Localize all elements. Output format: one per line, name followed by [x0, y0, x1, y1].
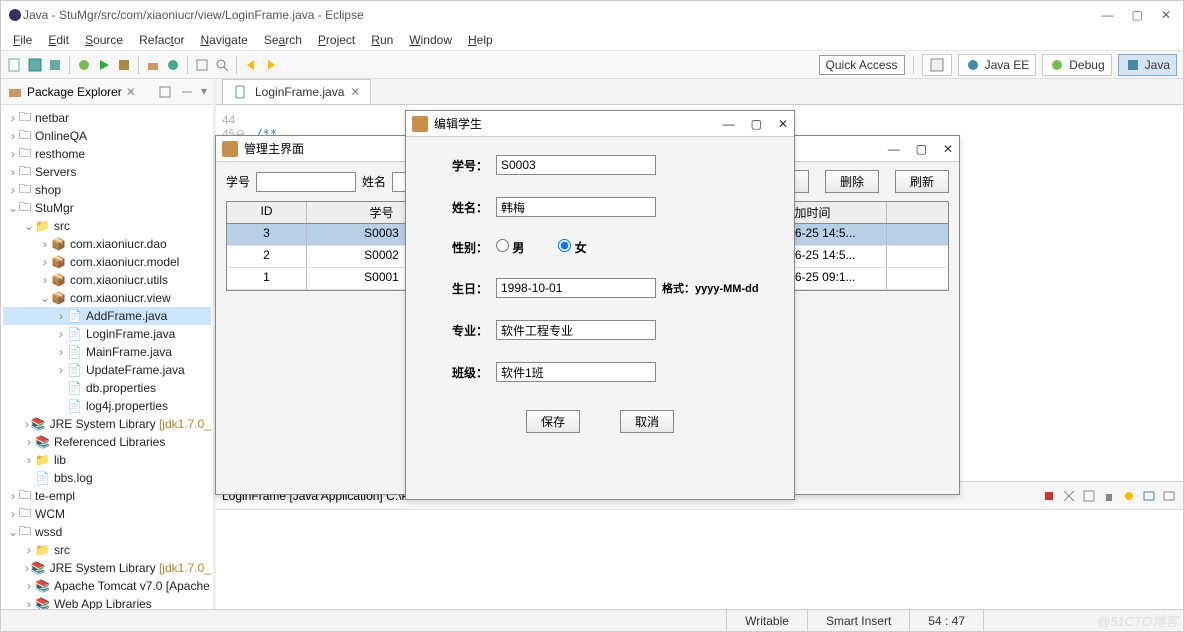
- filter-name-label: 姓名: [362, 173, 386, 190]
- bug-icon: [1049, 57, 1065, 73]
- sex-female[interactable]: 女: [558, 239, 594, 256]
- class-label: 班级：: [436, 364, 496, 381]
- birthday-hint: 格式：yyyy-MM-dd: [662, 283, 759, 295]
- menu-window[interactable]: Window: [403, 31, 458, 49]
- status-pos: 54 : 47: [909, 610, 983, 631]
- forward-icon[interactable]: [263, 57, 279, 73]
- search-icon[interactable]: [214, 57, 230, 73]
- open-type-icon[interactable]: [194, 57, 210, 73]
- edit-student-dialog: 编辑学生 — ▢ ✕ 学号： 姓名： 性别： 男 女 生日： 格式：yyyy-M…: [405, 110, 795, 500]
- perspective-switcher-icon[interactable]: [922, 54, 952, 76]
- link-editor-icon[interactable]: [179, 84, 195, 100]
- scroll-lock-icon[interactable]: [1101, 488, 1117, 504]
- titlebar: Java - StuMgr/src/com/xiaoniucr/view/Log…: [1, 1, 1183, 29]
- save-all-icon[interactable]: [47, 57, 63, 73]
- back-icon[interactable]: [243, 57, 259, 73]
- main-toolbar: Quick Access Java EE Debug Java: [1, 51, 1183, 79]
- package-explorer: Package Explorer ✕ ▾ ›🗀netbar ›🗀OnlineQA…: [1, 79, 216, 609]
- mgmt-close[interactable]: ✕: [943, 142, 953, 156]
- cancel-button[interactable]: 取消: [620, 410, 674, 433]
- sid-input[interactable]: [496, 155, 656, 175]
- birthday-input[interactable]: [496, 278, 656, 298]
- edit-title: 编辑学生: [434, 115, 482, 132]
- collapse-all-icon[interactable]: [157, 84, 173, 100]
- status-writable: Writable: [726, 610, 807, 631]
- sex-male[interactable]: 男: [496, 239, 532, 256]
- name-label: 姓名：: [436, 199, 496, 216]
- java-app-icon: [222, 141, 238, 157]
- save-button[interactable]: 保存: [526, 410, 580, 433]
- birthday-label: 生日：: [436, 280, 496, 297]
- display-console-icon[interactable]: [1141, 488, 1157, 504]
- statusbar: Writable Smart Insert 54 : 47: [1, 609, 1183, 631]
- quick-access[interactable]: Quick Access: [819, 55, 905, 75]
- new-package-icon[interactable]: [145, 57, 161, 73]
- name-input[interactable]: [496, 197, 656, 217]
- menu-search[interactable]: Search: [258, 31, 308, 49]
- class-input[interactable]: [496, 362, 656, 382]
- save-icon[interactable]: [27, 57, 43, 73]
- menu-source[interactable]: Source: [79, 31, 129, 49]
- open-console-icon[interactable]: [1161, 488, 1177, 504]
- refresh-button[interactable]: 刷新: [895, 170, 949, 193]
- java-file-icon: [233, 84, 249, 100]
- menu-run[interactable]: Run: [365, 31, 399, 49]
- menu-refactor[interactable]: Refactor: [133, 31, 190, 49]
- minimize-button[interactable]: —: [1102, 8, 1114, 22]
- major-label: 专业：: [436, 322, 496, 339]
- sid-label: 学号：: [436, 157, 496, 174]
- terminate-icon[interactable]: [1041, 488, 1057, 504]
- edit-close[interactable]: ✕: [778, 117, 788, 131]
- menu-help[interactable]: Help: [462, 31, 499, 49]
- new-class-icon[interactable]: [165, 57, 181, 73]
- menu-project[interactable]: Project: [312, 31, 361, 49]
- menubar: File Edit Source Refactor Navigate Searc…: [1, 29, 1183, 51]
- javaee-icon: [965, 57, 981, 73]
- remove-launch-icon[interactable]: [1061, 488, 1077, 504]
- clear-console-icon[interactable]: [1081, 488, 1097, 504]
- maximize-button[interactable]: ▢: [1132, 8, 1143, 22]
- close-tab-icon[interactable]: ✕: [350, 85, 360, 99]
- delete-button[interactable]: 删除: [825, 170, 879, 193]
- filter-sid-label: 学号: [226, 173, 250, 190]
- java-app-icon: [412, 116, 428, 132]
- eclipse-icon: [7, 7, 23, 23]
- pin-console-icon[interactable]: [1121, 488, 1137, 504]
- mgmt-title: 管理主界面: [244, 140, 304, 157]
- java-icon: [1125, 57, 1141, 73]
- close-button[interactable]: ✕: [1161, 8, 1171, 22]
- perspective-java[interactable]: Java: [1118, 54, 1177, 76]
- debug-icon[interactable]: [76, 57, 92, 73]
- mgmt-maximize[interactable]: ▢: [916, 142, 927, 156]
- menu-file[interactable]: File: [7, 31, 38, 49]
- menu-navigate[interactable]: Navigate: [194, 31, 253, 49]
- perspective-javaee[interactable]: Java EE: [958, 54, 1037, 76]
- watermark: @51CTO博客: [1097, 611, 1178, 630]
- console[interactable]: [216, 509, 1183, 609]
- major-input[interactable]: [496, 320, 656, 340]
- menu-edit[interactable]: Edit: [42, 31, 75, 49]
- sex-label: 性别：: [436, 239, 496, 256]
- ext-tools-icon[interactable]: [116, 57, 132, 73]
- edit-maximize[interactable]: ▢: [751, 117, 762, 131]
- edit-minimize[interactable]: —: [723, 117, 735, 131]
- project-tree[interactable]: ›🗀netbar ›🗀OnlineQA ›🗀resthome ›🗀Servers…: [1, 105, 213, 609]
- mgmt-minimize[interactable]: —: [888, 142, 900, 156]
- run-icon[interactable]: [96, 57, 112, 73]
- window-title: Java - StuMgr/src/com/xiaoniucr/view/Log…: [23, 8, 364, 22]
- new-icon[interactable]: [7, 57, 23, 73]
- close-view-icon[interactable]: ✕: [126, 85, 136, 99]
- status-insert: Smart Insert: [807, 610, 909, 631]
- editor-tab[interactable]: LoginFrame.java✕: [222, 79, 371, 104]
- package-explorer-title: Package Explorer: [27, 85, 122, 99]
- package-explorer-icon: [7, 84, 23, 100]
- perspective-debug[interactable]: Debug: [1042, 54, 1111, 76]
- filter-sid-input[interactable]: [256, 172, 356, 192]
- view-menu-icon[interactable]: ▾: [201, 84, 207, 100]
